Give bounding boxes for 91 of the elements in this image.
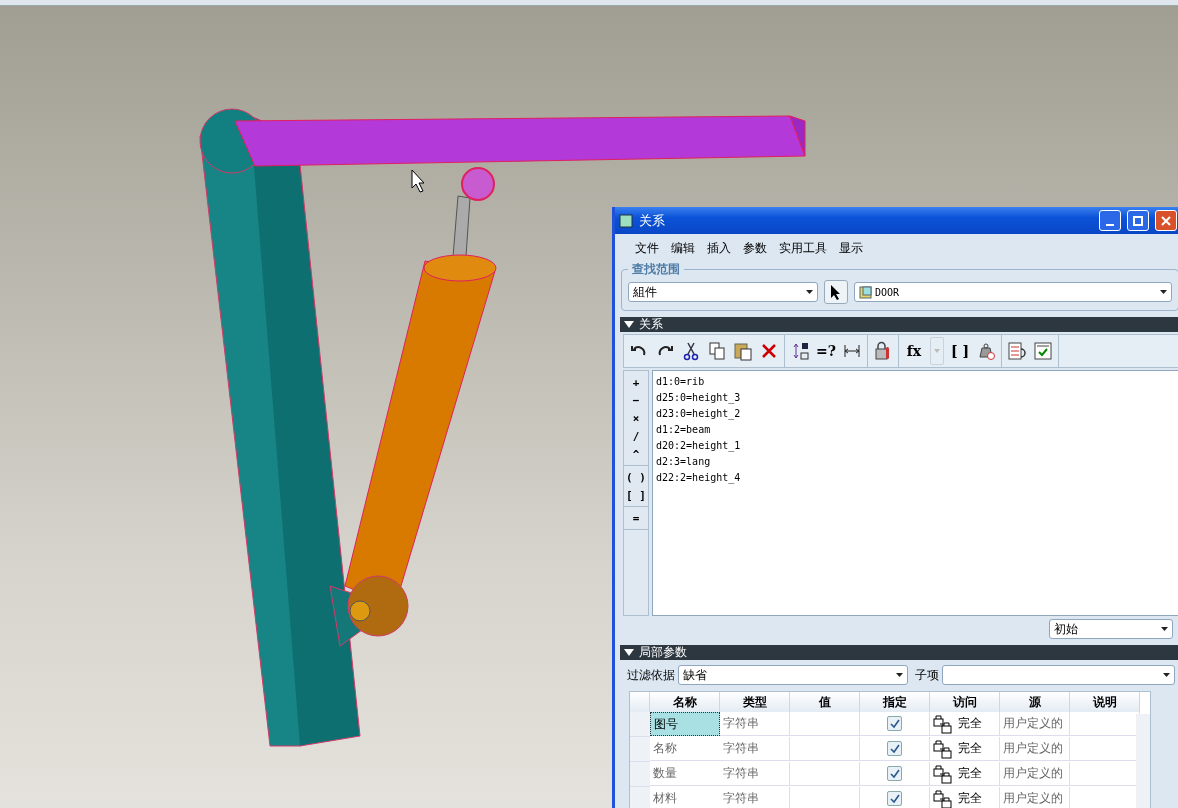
column-header[interactable]: 类型 (720, 692, 790, 712)
relation-line: d25:0=height_3 (656, 391, 742, 406)
mode-dropdown[interactable]: 初始 (1049, 619, 1173, 639)
checkbox[interactable] (887, 766, 902, 781)
model-dropdown[interactable]: DOOR (854, 282, 1172, 302)
table-cell: 用户定义的 (1000, 787, 1070, 808)
relation-line: d1:0=rib (656, 375, 706, 389)
section-title: 局部参数 (639, 644, 687, 661)
table-cell: 字符串 (720, 762, 790, 786)
access-text: 完全 (958, 740, 982, 757)
operator-button[interactable]: ( ) (624, 468, 648, 486)
caret-icon (806, 290, 813, 294)
close-button[interactable] (1155, 210, 1177, 231)
window-title: 关系 (639, 211, 666, 230)
table-cell: 用户定义的 (1000, 712, 1070, 736)
table-cell: 字符串 (720, 787, 790, 808)
scrollbar[interactable] (1136, 714, 1150, 808)
table-cell: 字符串 (720, 712, 790, 736)
access-text: 完全 (958, 765, 982, 782)
menu-item[interactable]: 显示 (833, 238, 869, 259)
table-cell: 用户定义的 (1000, 737, 1070, 761)
check-icon (889, 793, 900, 804)
access-text: 完全 (958, 790, 982, 807)
minimize-icon (1106, 223, 1114, 226)
toolbar-button[interactable]: fx (904, 339, 924, 363)
menu-item[interactable]: 参数 (737, 238, 773, 259)
model-icon (859, 285, 872, 299)
group-label: 查找范围 (631, 261, 681, 278)
minimize-button[interactable] (1099, 210, 1121, 231)
access-text: 完全 (958, 715, 982, 732)
maximize-button[interactable] (1127, 210, 1149, 231)
column-header[interactable]: 值 (790, 692, 860, 712)
column-header[interactable]: 说明 (1070, 692, 1140, 712)
paste-icon (733, 341, 753, 361)
checklist-icon (1033, 341, 1053, 361)
check-icon (889, 718, 900, 729)
pointer-icon (830, 284, 842, 300)
menu-item[interactable]: 文件 (629, 238, 665, 259)
check-icon (889, 768, 900, 779)
collapse-icon[interactable] (624, 321, 634, 328)
relation-line: d20:2=height_1 (656, 439, 742, 454)
operator-button[interactable]: / (624, 427, 648, 445)
menu-item[interactable]: 编辑 (665, 238, 701, 259)
check-icon (889, 743, 900, 754)
table-cell[interactable]: 图号 (650, 712, 720, 736)
checkbox[interactable] (887, 791, 902, 806)
filter-dropdown[interactable]: 缺省 (678, 665, 908, 685)
relation-line: d2:3=lang (656, 455, 712, 469)
caret-icon (934, 349, 940, 353)
operator-button[interactable]: × (624, 409, 648, 427)
maximize-icon (1133, 215, 1143, 226)
column-header[interactable]: 源 (1000, 692, 1070, 712)
table-cell: 用户定义的 (1000, 762, 1070, 786)
scissors-icon (681, 341, 701, 361)
operator-button[interactable]: + (624, 373, 648, 391)
close-icon (1161, 215, 1171, 226)
toolbar-button[interactable]: =? (816, 339, 836, 363)
column-header[interactable]: 指定 (860, 692, 930, 712)
caret-icon (1163, 673, 1170, 677)
copy-icon (707, 341, 727, 361)
operator-button[interactable]: = (624, 509, 648, 527)
checkbox[interactable] (887, 741, 902, 756)
toolbar-button[interactable]: [ ] (950, 339, 970, 363)
section-title: 关系 (639, 316, 663, 333)
column-header[interactable]: 名称 (650, 692, 720, 712)
scope-dropdown[interactable]: 組件 (628, 282, 818, 302)
relations-editor[interactable]: d1:0=rib d25:0=height_3 d23:0=height_2 d1:2=beam d20:2=height_1 d2:3=lang d22:2=height_4 (652, 370, 1178, 616)
operator-button[interactable]: [ ] (624, 486, 648, 504)
weight-icon (976, 341, 996, 361)
column-header (630, 692, 650, 712)
caret-icon (1160, 290, 1167, 294)
caret-icon (896, 673, 903, 677)
relation-line: d23:0=height_2 (656, 407, 742, 422)
relation-line: d1:2=beam (656, 423, 712, 437)
menu-item[interactable]: 插入 (701, 238, 737, 259)
subitem-label: 子项 (915, 666, 939, 684)
table-cell: 字符串 (720, 737, 790, 761)
operator-button[interactable]: ^ (624, 445, 648, 463)
select-button[interactable] (824, 280, 848, 304)
column-header[interactable]: 访问 (930, 692, 1000, 712)
list-icon (1007, 341, 1027, 361)
toolbar-button[interactable] (1007, 339, 1027, 363)
cursor-icon (411, 169, 425, 193)
menu-item[interactable]: 实用工具 (773, 238, 833, 259)
operator-button[interactable]: − (624, 391, 648, 409)
checkbox[interactable] (887, 716, 902, 731)
window-icon (619, 213, 633, 228)
relation-line: d22:2=height_4 (656, 471, 742, 486)
caret-icon (1161, 627, 1168, 631)
filter-label: 过滤依据 (627, 666, 675, 684)
collapse-icon[interactable] (624, 649, 634, 656)
